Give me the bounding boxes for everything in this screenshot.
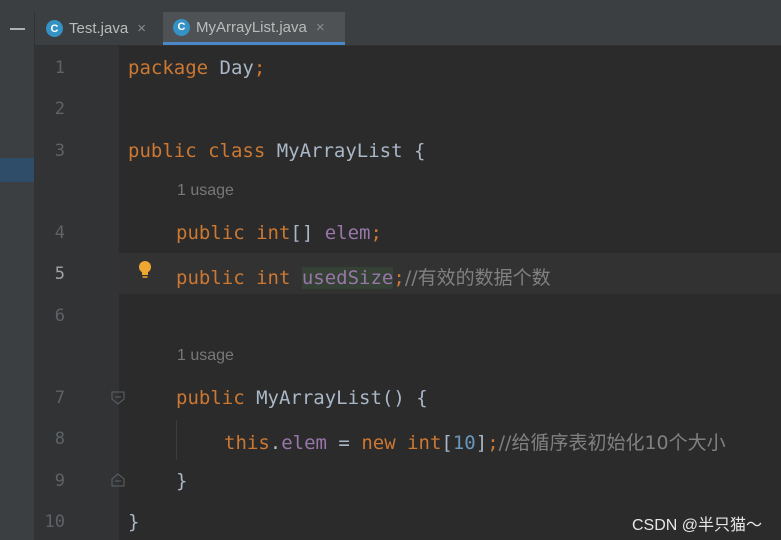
line-number: 10: [44, 512, 65, 532]
code-line-9[interactable]: }: [176, 470, 187, 492]
field-name-highlighted: usedSize: [301, 267, 394, 289]
line-number: 4: [54, 223, 65, 243]
keyword: public: [176, 267, 245, 289]
bracket: [: [441, 432, 453, 454]
code-line-7[interactable]: public MyArrayList() {: [176, 387, 428, 409]
assign: =: [326, 432, 362, 454]
usage-hint[interactable]: 1 usage: [177, 182, 234, 200]
tab-myarraylist-java[interactable]: C MyArrayList.java ×: [163, 12, 345, 45]
fold-end-icon[interactable]: [111, 473, 125, 487]
field-name: elem: [324, 222, 371, 244]
code-line-5[interactable]: public int usedSize;//有效的数据个数: [176, 263, 551, 290]
code-line-4[interactable]: public int[] elem;: [176, 222, 382, 244]
dot: .: [269, 432, 282, 454]
indent-guide: [176, 420, 177, 460]
code-line-1[interactable]: package Day;: [128, 57, 265, 79]
lightbulb-icon[interactable]: [138, 260, 152, 280]
comment: //给循序表初始化10个大小: [498, 432, 726, 454]
java-class-icon: C: [46, 20, 63, 37]
number-literal: 10: [452, 432, 476, 454]
line-number: 3: [54, 141, 65, 161]
keyword: new: [361, 432, 396, 454]
keyword: public: [176, 387, 245, 409]
bracket: []: [290, 222, 325, 244]
editor-tab-bar: C Test.java × C MyArrayList.java ×: [10, 12, 781, 46]
package-name: Day: [208, 57, 254, 79]
fold-start-icon[interactable]: [111, 391, 125, 405]
collapse-icon[interactable]: [10, 28, 25, 30]
close-icon[interactable]: ×: [316, 19, 325, 36]
usage-hint[interactable]: 1 usage: [177, 347, 234, 365]
line-number-gutter: [35, 46, 119, 540]
keyword: public: [176, 222, 245, 244]
code-line-3[interactable]: public class MyArrayList {: [128, 140, 425, 162]
semicolon: ;: [253, 57, 266, 79]
bracket: ]: [475, 432, 488, 454]
semicolon: ;: [370, 222, 382, 244]
tab-test-java[interactable]: C Test.java ×: [46, 12, 161, 45]
keyword: package: [128, 57, 209, 79]
semicolon: ;: [487, 432, 499, 454]
close-icon[interactable]: ×: [137, 20, 146, 37]
line-number: 6: [54, 306, 65, 326]
type-keyword: int: [395, 432, 442, 454]
line-number: 8: [54, 429, 65, 449]
line-number: 1: [54, 58, 65, 78]
class-declaration: MyArrayList {: [265, 140, 426, 162]
java-class-icon: C: [173, 18, 190, 36]
code-line-10[interactable]: }: [128, 511, 139, 533]
keyword: public class: [128, 140, 266, 162]
code-line-8[interactable]: this.elem = new int[10];//给循序表初始化10个大小: [224, 428, 726, 455]
line-number: 9: [54, 471, 65, 491]
type-keyword: int: [244, 267, 291, 289]
tab-label: Test.java: [69, 20, 129, 37]
line-number: 2: [54, 99, 65, 119]
semicolon: ;: [393, 267, 405, 289]
keyword: this: [224, 432, 270, 454]
selected-tool-item[interactable]: [0, 158, 34, 182]
watermark: CSDN @半只猫～: [632, 517, 763, 534]
field-name: elem: [281, 432, 327, 454]
constructor-declaration: MyArrayList() {: [244, 387, 428, 409]
comment: //有效的数据个数: [404, 267, 551, 289]
line-number: 7: [54, 388, 65, 408]
tab-label: MyArrayList.java: [196, 18, 307, 36]
type-keyword: int: [244, 222, 291, 244]
line-number: 5: [54, 264, 65, 284]
project-tool-strip: [0, 12, 35, 540]
